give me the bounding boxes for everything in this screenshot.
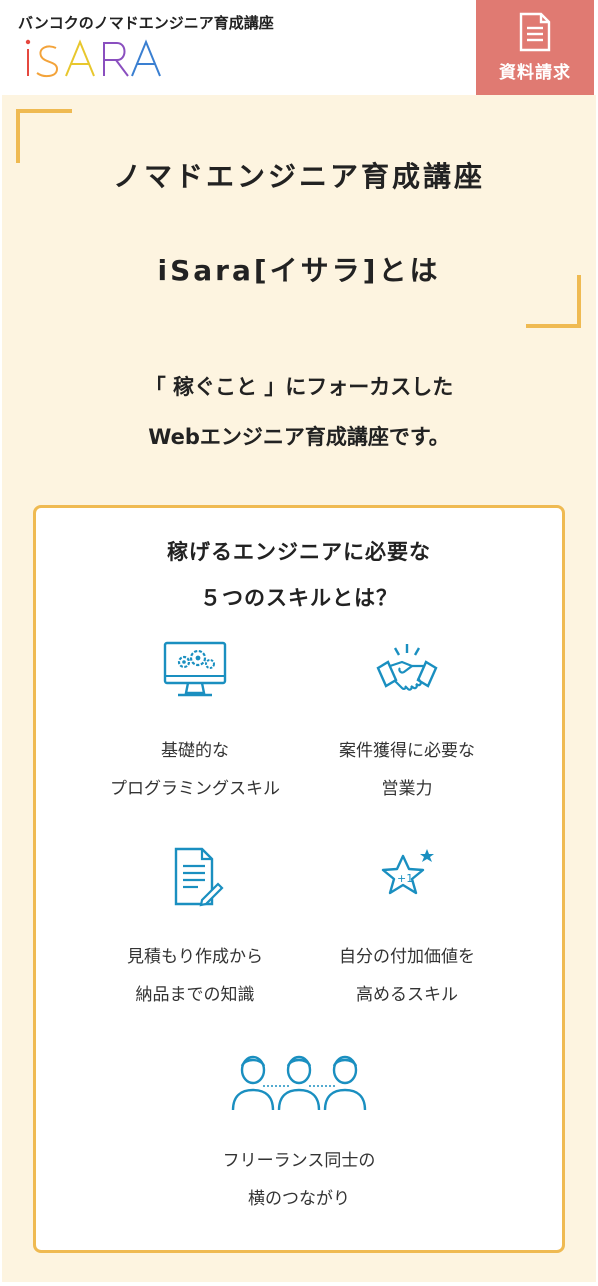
skill-item: 案件獲得に必要な 営業力 — [287, 640, 527, 808]
skill-label-line2: プログラミングスキル — [110, 779, 280, 799]
skill-label-line1: フリーランス同士の — [222, 1151, 376, 1171]
skills-card-title-line2: ５つのスキルとは？ — [200, 586, 398, 610]
document-pen-icon — [174, 847, 224, 907]
star-plus-one-icon: +1 — [381, 849, 434, 895]
lead-line1: 「 稼ぐこと 」にフォーカスした — [144, 375, 454, 399]
hero-heading-line2: iSara[イサラ]とは — [157, 254, 441, 287]
site-tagline: バンコクのノマドエンジニア育成講座 — [18, 14, 274, 32]
skill-label-line1: 自分の付加価値を — [339, 947, 475, 967]
skill-label-line2: 営業力 — [381, 779, 433, 799]
svg-text:+1: +1 — [397, 872, 413, 885]
skill-label-line1: 見積もり作成から — [127, 947, 263, 967]
lead-line2: Webエンジニア育成講座です。 — [148, 425, 450, 449]
handshake-icon — [376, 644, 438, 691]
people-network-icon — [231, 1055, 367, 1111]
document-icon — [519, 12, 551, 52]
hero-heading-line1: ノマドエンジニア育成講座 — [112, 160, 485, 193]
skill-item: フリーランス同士の 横のつながり — [179, 1050, 419, 1218]
request-brochure-button[interactable]: 資料請求 — [476, 0, 594, 95]
skill-label-line2: 高めるスキル — [356, 985, 458, 1005]
computer-gears-icon — [163, 641, 227, 697]
skills-card-title-line1: 稼げるエンジニアに必要な — [167, 540, 431, 564]
skill-label-line2: 横のつながり — [248, 1189, 350, 1209]
skill-item: 基礎的な プログラミングスキル — [75, 640, 315, 808]
site-header: バンコクのノマドエンジニア育成講座 資料請求 — [0, 0, 598, 95]
skills-card: 稼げるエンジニアに必要な ５つのスキルとは？ 基礎的な プログラミングスキル 案… — [33, 505, 565, 1253]
skill-label-line1: 案件獲得に必要な — [339, 741, 475, 761]
skill-item: +1 自分の付加価値を 高めるスキル — [287, 846, 527, 1014]
request-brochure-label: 資料請求 — [499, 63, 571, 83]
skill-label-line1: 基礎的な — [161, 741, 229, 761]
isara-logo[interactable] — [24, 36, 164, 80]
skill-label-line2: 納品までの知識 — [135, 985, 255, 1005]
main-section: ノマドエンジニア育成講座 iSara[イサラ]とは 「 稼ぐこと 」にフォーカス… — [2, 95, 596, 1282]
skill-item: 見積もり作成から 納品までの知識 — [75, 846, 315, 1014]
